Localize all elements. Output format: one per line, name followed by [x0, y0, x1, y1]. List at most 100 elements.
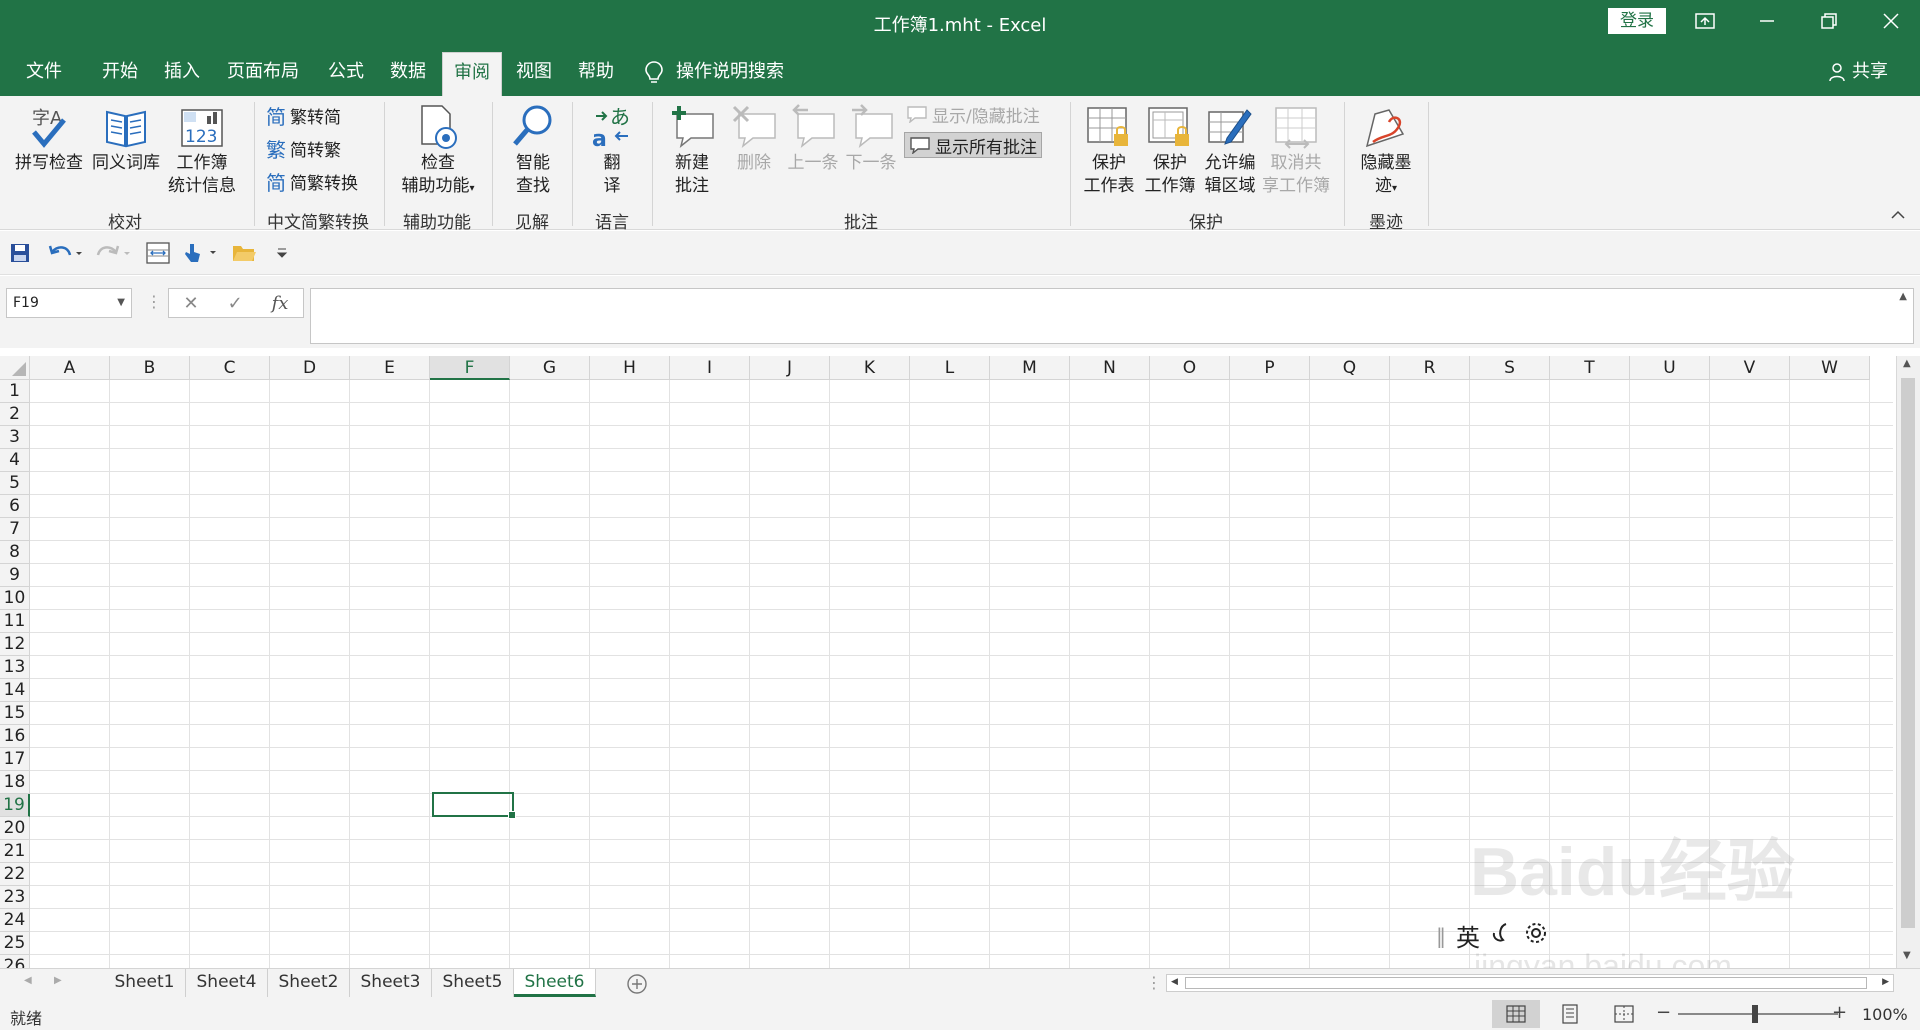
column-header[interactable]: O: [1150, 356, 1230, 380]
tab-view[interactable]: 视图: [504, 52, 564, 96]
tab-formulas[interactable]: 公式: [316, 52, 376, 96]
protect-workbook-button[interactable]: 保护 工作簿: [1140, 104, 1200, 198]
page-layout-view-icon[interactable]: [1546, 1000, 1594, 1028]
row-header[interactable]: 1: [0, 380, 30, 403]
new-comment-button[interactable]: 新建 批注: [660, 104, 724, 198]
column-header[interactable]: N: [1070, 356, 1150, 380]
column-header[interactable]: G: [510, 356, 590, 380]
column-header[interactable]: H: [590, 356, 670, 380]
horizontal-scrollbar[interactable]: ◀ ▶: [1166, 974, 1894, 992]
row-header[interactable]: 9: [0, 564, 30, 587]
sheet-tab[interactable]: Sheet4: [186, 969, 268, 997]
scroll-left-icon[interactable]: ◀: [1171, 977, 1178, 987]
row-header[interactable]: 6: [0, 495, 30, 518]
select-all-corner[interactable]: [0, 356, 30, 380]
previous-comment-button[interactable]: 上一条: [784, 104, 842, 175]
ime-drag-handle[interactable]: ‖: [1436, 924, 1446, 948]
scroll-right-icon[interactable]: ▶: [1882, 977, 1889, 987]
simp-to-trad-button[interactable]: 繁 简转繁: [266, 135, 341, 162]
vertical-scroll-thumb[interactable]: [1901, 378, 1915, 928]
tab-insert[interactable]: 插入: [152, 52, 212, 96]
row-header[interactable]: 13: [0, 656, 30, 679]
sheet-tab-active[interactable]: Sheet6: [514, 969, 596, 997]
customize-toolbar-icon[interactable]: [276, 241, 288, 265]
page-setup-icon[interactable]: [146, 241, 170, 265]
row-header[interactable]: 19: [0, 794, 30, 817]
sheet-tab[interactable]: Sheet5: [432, 969, 514, 997]
column-header[interactable]: Q: [1310, 356, 1390, 380]
row-header[interactable]: 23: [0, 886, 30, 909]
column-header[interactable]: E: [350, 356, 430, 380]
column-header[interactable]: F: [430, 356, 510, 380]
formula-input[interactable]: ▲: [310, 288, 1914, 344]
allow-edit-ranges-button[interactable]: 允许编 辑区域: [1200, 104, 1260, 198]
name-box[interactable]: F19 ▼: [6, 288, 132, 318]
show-hide-comment-button[interactable]: 显示/隐藏批注: [906, 101, 1040, 127]
check-accessibility-button[interactable]: 检查 辅助功能▾: [392, 104, 484, 200]
translate-button[interactable]: aあ 翻 译: [580, 104, 644, 198]
column-header[interactable]: W: [1790, 356, 1870, 380]
column-header[interactable]: P: [1230, 356, 1310, 380]
row-header[interactable]: 25: [0, 932, 30, 955]
column-header[interactable]: A: [30, 356, 110, 380]
scroll-down-icon[interactable]: ▼: [1903, 950, 1911, 961]
column-header[interactable]: D: [270, 356, 350, 380]
save-icon[interactable]: [10, 241, 30, 265]
row-header[interactable]: 17: [0, 748, 30, 771]
split-handle-icon[interactable]: ⋮: [1146, 973, 1162, 992]
tell-me-search[interactable]: 操作说明搜索: [644, 52, 784, 92]
delete-comment-button[interactable]: 删除: [726, 104, 782, 175]
trad-to-simp-button[interactable]: 简 繁转简: [266, 102, 341, 129]
row-header[interactable]: 16: [0, 725, 30, 748]
ribbon-display-icon[interactable]: [1680, 5, 1730, 37]
column-header[interactable]: M: [990, 356, 1070, 380]
row-header[interactable]: 10: [0, 587, 30, 610]
zoom-level[interactable]: 100%: [1862, 1005, 1908, 1024]
column-header[interactable]: J: [750, 356, 830, 380]
column-header[interactable]: T: [1550, 356, 1630, 380]
row-header[interactable]: 15: [0, 702, 30, 725]
row-header[interactable]: 14: [0, 679, 30, 702]
column-header[interactable]: K: [830, 356, 910, 380]
row-header[interactable]: 18: [0, 771, 30, 794]
tab-review[interactable]: 审阅: [442, 52, 502, 96]
row-header[interactable]: 12: [0, 633, 30, 656]
sheet-tab[interactable]: Sheet2: [268, 969, 350, 997]
column-header[interactable]: L: [910, 356, 990, 380]
row-header[interactable]: 21: [0, 840, 30, 863]
column-header[interactable]: C: [190, 356, 270, 380]
add-sheet-icon[interactable]: [626, 973, 648, 999]
row-header[interactable]: 5: [0, 472, 30, 495]
expand-formula-icon[interactable]: ▲: [1899, 291, 1907, 302]
row-header[interactable]: 3: [0, 426, 30, 449]
scroll-tabs-left-icon[interactable]: ◀: [24, 975, 32, 986]
smart-lookup-button[interactable]: 智能 查找: [502, 104, 564, 198]
zoom-slider[interactable]: [1678, 1005, 1838, 1023]
hide-ink-button[interactable]: 隐藏墨 迹▾: [1352, 104, 1420, 200]
column-header[interactable]: S: [1470, 356, 1550, 380]
chinese-convert-button[interactable]: 简 简繁转换: [266, 168, 358, 195]
zoom-out-icon[interactable]: −: [1656, 1002, 1671, 1023]
sheet-tab[interactable]: Sheet3: [350, 969, 432, 997]
vertical-scrollbar[interactable]: ▲ ▼: [1896, 356, 1920, 968]
next-comment-button[interactable]: 下一条: [842, 104, 900, 175]
sheet-tab[interactable]: Sheet1: [104, 969, 186, 997]
row-header[interactable]: 7: [0, 518, 30, 541]
workbook-statistics-button[interactable]: 123 工作簿 统计信息: [164, 104, 240, 198]
tab-help[interactable]: 帮助: [566, 52, 626, 96]
row-header[interactable]: 2: [0, 403, 30, 426]
horizontal-scroll-thumb[interactable]: [1185, 977, 1867, 989]
row-header[interactable]: 20: [0, 817, 30, 840]
gear-icon[interactable]: [1524, 921, 1548, 951]
normal-view-icon[interactable]: [1492, 1000, 1540, 1028]
page-break-view-icon[interactable]: [1600, 1000, 1648, 1028]
ime-mode[interactable]: 英: [1456, 918, 1480, 953]
column-header[interactable]: B: [110, 356, 190, 380]
close-icon[interactable]: [1866, 5, 1916, 37]
scroll-up-icon[interactable]: ▲: [1903, 358, 1911, 369]
row-header[interactable]: 4: [0, 449, 30, 472]
share-button[interactable]: 共享: [1828, 52, 1888, 92]
zoom-in-icon[interactable]: +: [1832, 1002, 1847, 1023]
tab-page-layout[interactable]: 页面布局: [220, 52, 306, 96]
column-header[interactable]: R: [1390, 356, 1470, 380]
